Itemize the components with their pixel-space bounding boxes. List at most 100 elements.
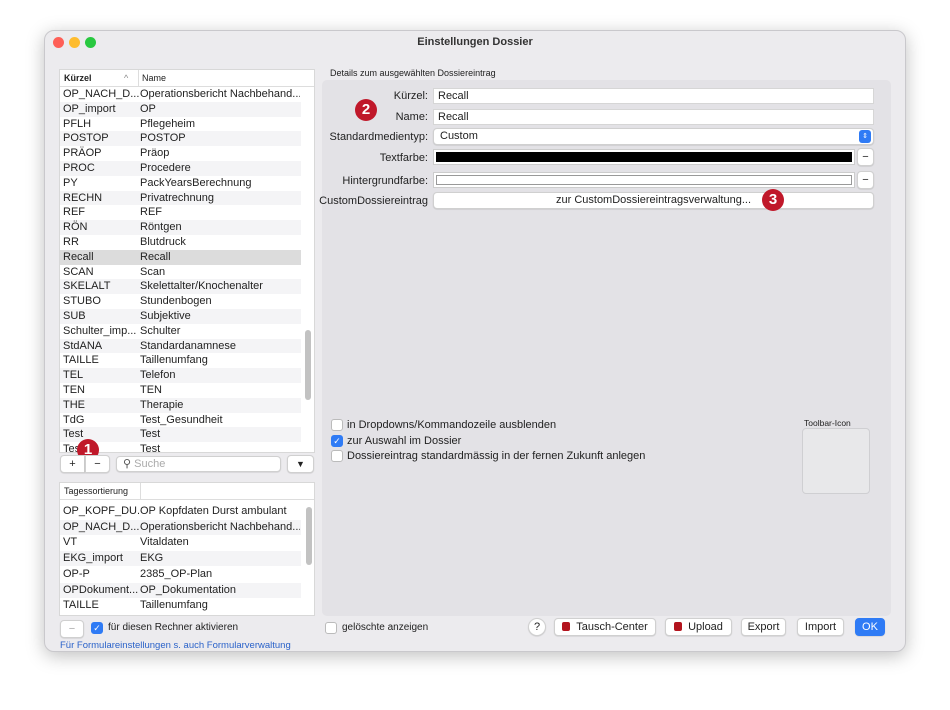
cell-kuerzel: TEL	[63, 369, 84, 382]
medientyp-select[interactable]: Custom ⇕	[433, 128, 874, 145]
cell-kuerzel: POSTOP	[63, 132, 109, 145]
cell-name: REF	[140, 206, 162, 219]
table-row[interactable]: TEL Telefon	[60, 368, 301, 384]
table-row[interactable]: PFLH Pflegeheim	[60, 116, 301, 132]
cell-name: Scan	[140, 265, 166, 278]
column-tagessortierung[interactable]: Tagessortierung	[64, 483, 128, 500]
search-input[interactable]: ⚲ Suche	[116, 456, 281, 472]
scrollbar[interactable]	[305, 330, 311, 400]
cell-kuerzel: OP_KOPF_DU...	[63, 505, 139, 517]
table-row[interactable]: REF REF	[60, 205, 301, 221]
tausch-center-button[interactable]: Tausch-Center	[554, 618, 656, 636]
table-row[interactable]: TEN TEN	[60, 383, 301, 398]
export-button[interactable]: Export	[741, 618, 786, 636]
cell-kuerzel: REF	[63, 206, 85, 219]
textfarbe-well[interactable]	[433, 149, 855, 165]
cell-kuerzel: STUBO	[63, 295, 101, 308]
table-row[interactable]: OP_NACH_D... Operationsbericht Nachbehand…	[60, 519, 301, 535]
cell-name: Therapie	[140, 398, 184, 411]
table-row[interactable]: PROC Procedere	[60, 161, 301, 176]
table-row[interactable]: Test Test	[60, 427, 301, 443]
formular-link[interactable]: Für Formulareinstellungen s. auch Formul…	[60, 640, 291, 651]
cell-name: Standardanamnese	[140, 339, 237, 352]
cell-kuerzel: Schulter_imp...	[63, 324, 137, 337]
cell-name: Test	[140, 443, 161, 453]
scrollbar[interactable]	[306, 507, 312, 565]
table-row[interactable]: RÖN Röntgen	[60, 220, 301, 236]
table-row[interactable]: POSTOP POSTOP	[60, 131, 301, 147]
toolbar-icon-well[interactable]	[802, 428, 870, 494]
badge-3: 3	[762, 189, 784, 211]
table-row[interactable]: Recall Recall	[60, 249, 301, 265]
show-deleted-label: gelöschte anzeigen	[342, 622, 429, 633]
cell-name: Test	[140, 428, 161, 441]
cell-kuerzel: TEN	[63, 384, 85, 396]
show-deleted-checkbox[interactable]	[325, 622, 337, 634]
table-row[interactable]: TdG Test_Gesundheit	[60, 412, 301, 428]
remove-day-button[interactable]: −	[60, 620, 84, 638]
import-button[interactable]: Import	[797, 618, 844, 636]
table-row[interactable]: OP_KOPF_DU... OP Kopfdaten Durst ambulant	[60, 504, 301, 519]
table-row[interactable]: SKELALT Skelettalter/Knochenalter	[60, 279, 301, 295]
option-checkbox[interactable]	[331, 419, 343, 431]
cell-kuerzel: THE	[63, 398, 85, 411]
cell-kuerzel: PROC	[63, 162, 95, 174]
table-row[interactable]: SCAN Scan	[60, 264, 301, 280]
cell-kuerzel: OP_NACH_D...	[63, 520, 139, 533]
table-row[interactable]: OP-P 2385_OP-Plan	[60, 566, 301, 582]
table-row[interactable]: TAILLE Taillenumfang	[60, 353, 301, 369]
cell-kuerzel: TAILLE	[63, 354, 99, 367]
table-row[interactable]: OP_import OP	[60, 101, 301, 117]
table-row[interactable]: RECHN Privatrechnung	[60, 190, 301, 206]
toolbar-icon-label: Toolbar-Icon	[804, 418, 851, 428]
table-row[interactable]: EKG_import EKG	[60, 551, 301, 567]
option-checkbox[interactable]: ✓	[331, 434, 343, 447]
table-row[interactable]: OPDokument... OP_Dokumentation	[60, 582, 301, 598]
hintergrund-reset-button[interactable]: −	[857, 171, 874, 189]
table-row[interactable]: RR Blutdruck	[60, 235, 301, 250]
kuerzel-field[interactable]: Recall	[433, 88, 874, 104]
cell-kuerzel: TdG	[63, 413, 85, 426]
add-button[interactable]: +	[60, 455, 85, 473]
kuerzel-label: Kürzel:	[393, 90, 428, 102]
cell-kuerzel: OP_import	[63, 102, 116, 115]
cell-kuerzel: PRÄOP	[63, 147, 102, 160]
column-kuerzel[interactable]: Kürzel	[64, 70, 92, 87]
textfarbe-reset-button[interactable]: −	[857, 148, 874, 166]
table-row[interactable]: StdANA Standardanamnese	[60, 338, 301, 354]
cell-name: Privatrechnung	[140, 191, 214, 204]
cell-kuerzel: SCAN	[63, 265, 94, 278]
table-row[interactable]: TAILLE Taillenumfang	[60, 598, 301, 614]
help-button[interactable]: ?	[528, 618, 546, 636]
hintergrund-well[interactable]	[433, 172, 855, 188]
option-label: zur Auswahl im Dossier	[347, 434, 462, 447]
name-label: Name:	[395, 111, 428, 123]
cell-kuerzel: RECHN	[63, 191, 103, 204]
table-row[interactable]: Schulter_imp... Schulter	[60, 323, 301, 339]
upload-button[interactable]: Upload	[665, 618, 732, 636]
cell-name: EKG	[140, 552, 164, 565]
custom-verwaltung-button[interactable]: zur CustomDossiereintragsverwaltung...	[433, 192, 874, 209]
ok-button[interactable]: OK	[855, 618, 885, 636]
remove-button[interactable]: −	[85, 455, 110, 473]
cell-kuerzel: VT	[63, 536, 78, 549]
option-checkbox[interactable]	[331, 450, 343, 462]
activate-checkbox[interactable]: ✓	[91, 622, 103, 634]
cell-kuerzel: OPDokument...	[63, 583, 139, 596]
cell-name: Recall	[140, 250, 171, 263]
table-row[interactable]: THE Therapie	[60, 397, 301, 413]
table-row[interactable]: STUBO Stundenbogen	[60, 294, 301, 310]
table-row[interactable]: SUB Subjektive	[60, 309, 301, 324]
window-title: Einstellungen Dossier	[417, 36, 533, 48]
filter-dropdown-button[interactable]: ▼	[287, 455, 314, 473]
name-field[interactable]: Recall	[433, 109, 874, 125]
cell-kuerzel: PFLH	[63, 117, 92, 130]
column-name[interactable]: Name	[142, 70, 166, 87]
cell-name: Blutdruck	[140, 236, 186, 248]
option-label: in Dropdowns/Kommandozeile ausblenden	[347, 419, 557, 431]
table-row[interactable]: OP_NACH_D... Operationsbericht Nachbehand…	[60, 87, 301, 102]
table-row[interactable]: PRÄOP Präop	[60, 146, 301, 162]
table-row[interactable]: VT Vitaldaten	[60, 535, 301, 551]
table-row[interactable]: PY PackYearsBerechnung	[60, 175, 301, 191]
gift-icon	[674, 622, 683, 631]
